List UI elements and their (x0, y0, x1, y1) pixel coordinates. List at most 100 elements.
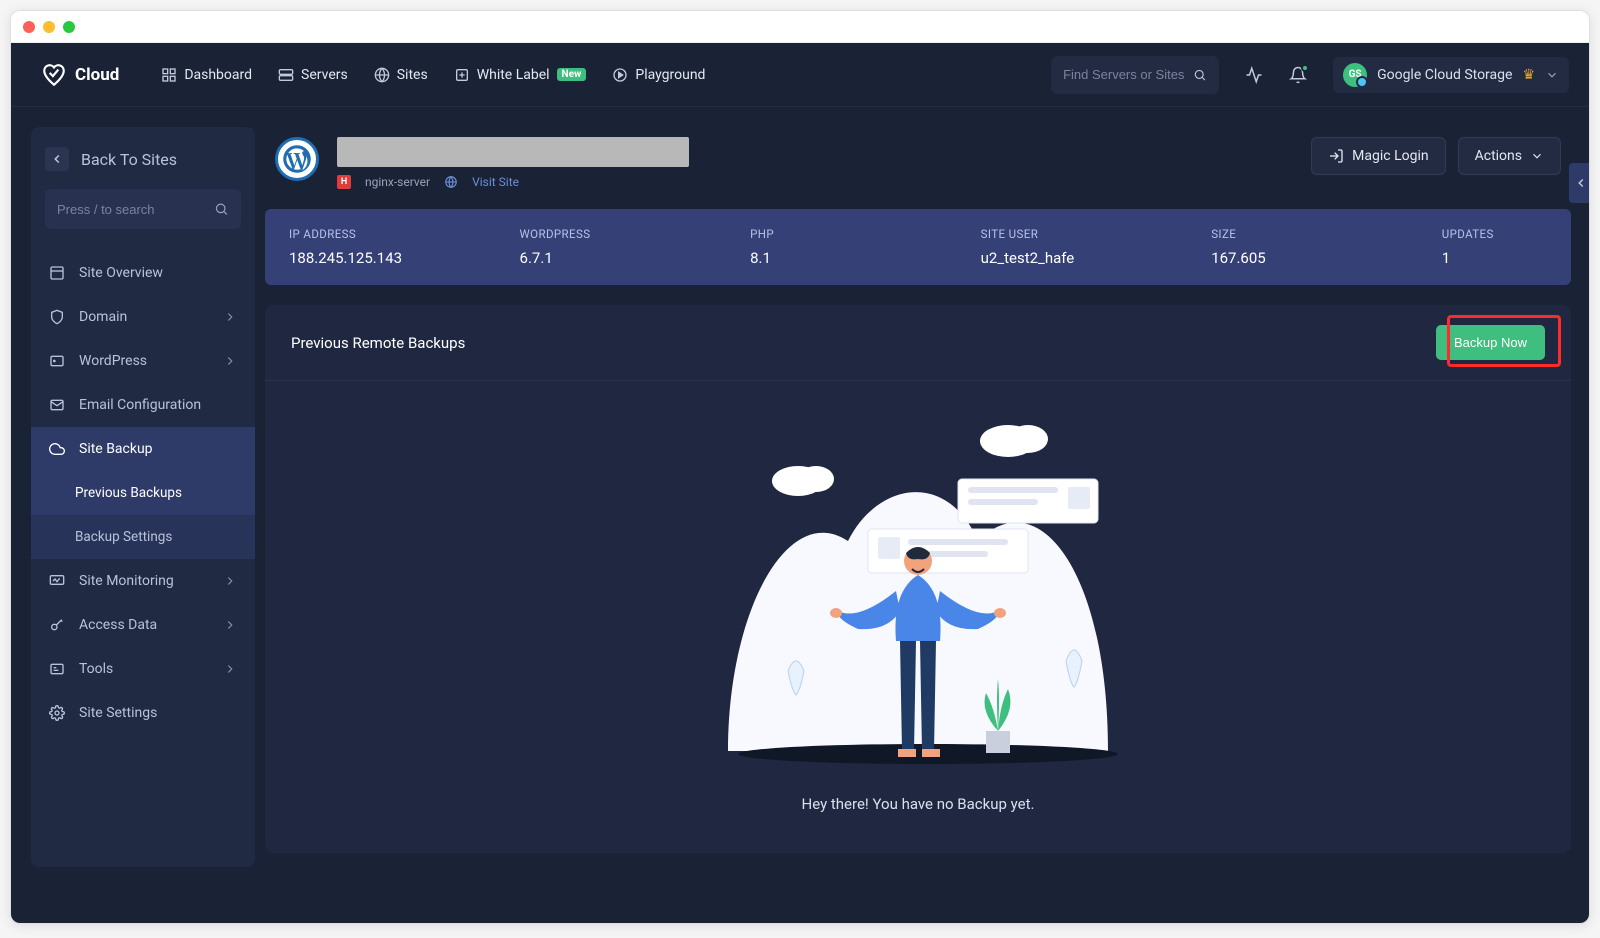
sidebar-item-backup[interactable]: Site Backup (31, 427, 255, 471)
shield-icon (49, 309, 65, 325)
chevron-right-icon (223, 618, 237, 632)
stat-label: PHP (750, 227, 961, 241)
stat-wordpress: WORDPRESS 6.7.1 (520, 227, 731, 267)
sidebar-item-monitoring[interactable]: Site Monitoring (31, 559, 255, 603)
actions-label: Actions (1475, 148, 1522, 164)
stat-value: u2_test2_hafe (981, 249, 1192, 267)
globe-icon (444, 175, 458, 189)
stat-size: SIZE 167.605 (1211, 227, 1422, 267)
maximize-window-icon[interactable] (63, 21, 75, 33)
stat-value: 1 (1442, 249, 1547, 267)
global-search[interactable] (1051, 56, 1219, 94)
avatar: GS (1343, 63, 1367, 87)
monitor-icon (49, 573, 65, 589)
nav-white-label[interactable]: White Label New (454, 67, 587, 83)
account-label: Google Cloud Storage (1377, 67, 1512, 83)
sidebar-item-label: Site Settings (79, 705, 157, 721)
site-title-redacted (337, 137, 689, 167)
mail-icon (49, 397, 65, 413)
tag-icon (454, 67, 470, 83)
backups-card: Previous Remote Backups Backup Now (265, 305, 1571, 853)
backup-now-button[interactable]: Backup Now (1436, 325, 1545, 360)
sidebar-item-label: Access Data (79, 617, 157, 633)
server-name[interactable]: nginx-server (365, 175, 430, 189)
notifications-button[interactable] (1289, 66, 1307, 84)
nav-sites-label: Sites (397, 67, 428, 83)
chevron-right-icon (223, 574, 237, 588)
sidebar-item-settings[interactable]: Site Settings (31, 691, 255, 735)
sidebar-item-domain[interactable]: Domain (31, 295, 255, 339)
chevron-down-icon (1530, 149, 1544, 163)
sidebar-item-previous-backups[interactable]: Previous Backups (31, 471, 255, 515)
back-button[interactable] (45, 147, 69, 171)
stat-label: SIZE (1211, 227, 1422, 241)
global-search-input[interactable] (1063, 67, 1185, 82)
sidebar-item-access[interactable]: Access Data (31, 603, 255, 647)
close-window-icon[interactable] (23, 21, 35, 33)
play-icon (612, 67, 628, 83)
wordpress-logo (275, 137, 319, 181)
stat-label: SITE USER (981, 227, 1192, 241)
top-nav: Cloud Dashboard Servers Sites White Labe… (11, 43, 1589, 107)
sidebar-item-label: Previous Backups (75, 485, 182, 501)
chevron-down-icon (1545, 68, 1559, 82)
wordpress-icon (49, 353, 65, 369)
notification-dot (1301, 64, 1309, 72)
empty-state-illustration (668, 411, 1168, 771)
card-title: Previous Remote Backups (291, 334, 465, 352)
empty-state-message: Hey there! You have no Backup yet. (802, 795, 1035, 813)
search-icon (214, 201, 229, 217)
brand-logo[interactable]: Cloud (41, 62, 119, 88)
chevron-right-icon (223, 662, 237, 676)
nav-dashboard[interactable]: Dashboard (161, 67, 252, 83)
sidebar-item-overview[interactable]: Site Overview (31, 251, 255, 295)
gear-icon (49, 705, 65, 721)
stat-value: 6.7.1 (520, 249, 731, 267)
new-badge: New (557, 68, 587, 81)
chevron-right-icon (223, 354, 237, 368)
nav-playground-label: Playground (635, 67, 705, 83)
host-badge: H (337, 175, 351, 189)
nav-white-label-label: White Label (477, 67, 550, 83)
sidebar-item-email[interactable]: Email Configuration (31, 383, 255, 427)
sidebar-item-label: Email Configuration (79, 397, 201, 413)
login-icon (1328, 148, 1344, 164)
activity-icon[interactable] (1245, 66, 1263, 84)
stat-ip: IP ADDRESS 188.245.125.143 (289, 227, 500, 267)
magic-login-label: Magic Login (1352, 148, 1428, 164)
brand-name: Cloud (75, 65, 119, 85)
sidebar-search[interactable] (45, 189, 241, 229)
stat-label: WORDPRESS (520, 227, 731, 241)
search-icon (1193, 67, 1207, 83)
nav-playground[interactable]: Playground (612, 67, 705, 83)
stat-value: 8.1 (750, 249, 961, 267)
stat-label: UPDATES (1442, 227, 1547, 241)
site-stats-bar: IP ADDRESS 188.245.125.143 WORDPRESS 6.7… (265, 209, 1571, 285)
stat-updates: UPDATES 1 (1442, 227, 1547, 267)
server-icon (278, 67, 294, 83)
minimize-window-icon[interactable] (43, 21, 55, 33)
main-content: H nginx-server Visit Site Magic Login Ac (255, 107, 1589, 887)
crown-icon: ♛ (1522, 67, 1535, 83)
key-icon (49, 617, 65, 633)
account-menu[interactable]: GS Google Cloud Storage ♛ (1333, 57, 1569, 93)
magic-login-button[interactable]: Magic Login (1311, 137, 1445, 175)
tools-icon (49, 661, 65, 677)
sidebar-item-backup-settings[interactable]: Backup Settings (31, 515, 255, 559)
sidebar-item-label: Domain (79, 309, 127, 325)
grid-icon (161, 67, 177, 83)
sidebar-item-label: Site Monitoring (79, 573, 174, 589)
sidebar-search-input[interactable] (57, 202, 214, 217)
mac-titlebar (11, 11, 1589, 43)
sidebar-item-label: Site Backup (79, 441, 153, 457)
nav-sites[interactable]: Sites (374, 67, 428, 83)
nav-servers[interactable]: Servers (278, 67, 348, 83)
actions-dropdown[interactable]: Actions (1458, 137, 1561, 175)
visit-site-link[interactable]: Visit Site (472, 175, 519, 189)
stat-php: PHP 8.1 (750, 227, 961, 267)
sidebar-item-wordpress[interactable]: WordPress (31, 339, 255, 383)
overview-icon (49, 265, 65, 281)
back-label[interactable]: Back To Sites (81, 150, 177, 169)
sidebar-item-tools[interactable]: Tools (31, 647, 255, 691)
stat-user: SITE USER u2_test2_hafe (981, 227, 1192, 267)
